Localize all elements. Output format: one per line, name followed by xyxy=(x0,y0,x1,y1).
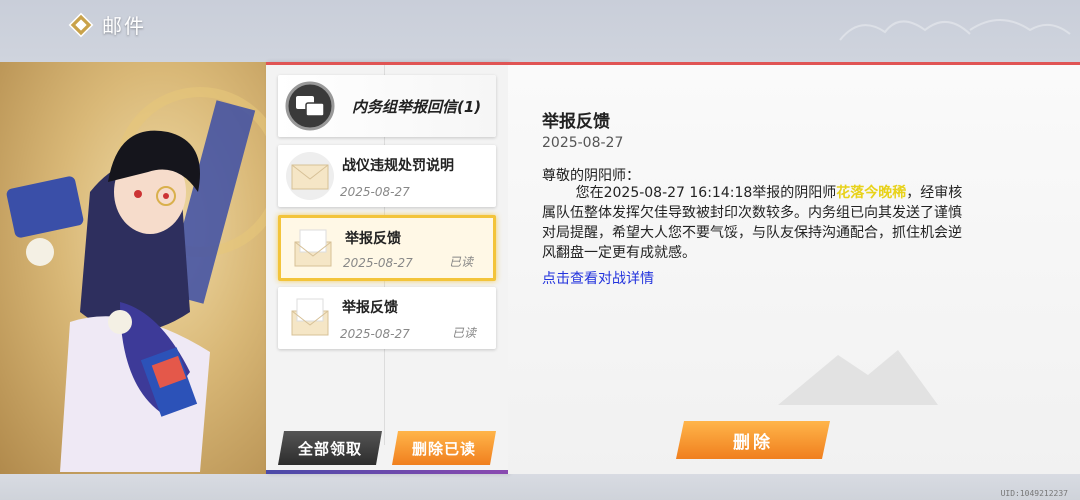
claim-all-button[interactable]: 全部领取 xyxy=(278,431,382,465)
character-illustration xyxy=(6,87,266,472)
mountain-watermark xyxy=(778,350,938,405)
delete-read-button[interactable]: 删除已读 xyxy=(392,431,496,465)
mail-subject: 战仪违规处罚说明 xyxy=(342,158,454,174)
chat-bubbles-icon xyxy=(285,81,335,131)
envelope-icon xyxy=(286,152,334,200)
mail-subject: 内务组举报回信(1) xyxy=(352,98,482,116)
top-bar: 邮件 xyxy=(0,0,1080,60)
mail-subject: 举报反馈 xyxy=(342,300,398,316)
mail-detail-panel: 举报反馈 2025-08-27 尊敬的阴阳师： 您在2025-08-27 16:… xyxy=(508,62,1080,474)
detail-body: 您在2025-08-27 16:14:18举报的阴阳师花落今晚稀，经审核属队伍整… xyxy=(542,183,972,263)
mail-list-panel: 内务组举报回信(1) 战仪违规处罚说明 2025-08-27 举报反馈 2025… xyxy=(266,62,508,474)
character-art xyxy=(0,62,266,474)
mail-item[interactable]: 战仪违规处罚说明 2025-08-27 xyxy=(278,145,496,207)
mail-date: 2025-08-27 xyxy=(340,327,410,341)
mail-group-item[interactable]: 内务组举报回信(1) xyxy=(278,75,496,137)
mail-date: 2025-08-27 xyxy=(340,185,410,199)
bottom-strip xyxy=(0,474,1080,500)
detail-greeting: 尊敬的阴阳师： xyxy=(542,168,640,184)
back-diamond-icon[interactable] xyxy=(68,12,94,38)
mail-item-selected[interactable]: 举报反馈 2025-08-27 已读 xyxy=(278,215,496,281)
page-title: 邮件 xyxy=(102,14,146,38)
read-status: 已读 xyxy=(451,326,476,340)
detail-title: 举报反馈 xyxy=(542,112,610,132)
battle-details-link[interactable]: 点击查看对战详情 xyxy=(542,268,654,288)
open-envelope-icon xyxy=(294,229,332,267)
body-text-before: 您在2025-08-27 16:14:18举报的阴阳师 xyxy=(575,185,837,201)
read-status: 已读 xyxy=(448,255,473,269)
delete-button[interactable]: 删除 xyxy=(676,421,830,459)
mail-subject: 举报反馈 xyxy=(345,231,401,247)
mail-date: 2025-08-27 xyxy=(343,256,413,270)
uid-label: UID:1049212237 xyxy=(1000,489,1068,498)
detail-date: 2025-08-27 xyxy=(542,135,624,151)
reported-player-name: 花落今晚稀 xyxy=(836,185,907,201)
open-envelope-icon xyxy=(291,298,329,336)
cloud-decoration xyxy=(839,19,1071,41)
mail-item[interactable]: 举报反馈 2025-08-27 已读 xyxy=(278,287,496,349)
